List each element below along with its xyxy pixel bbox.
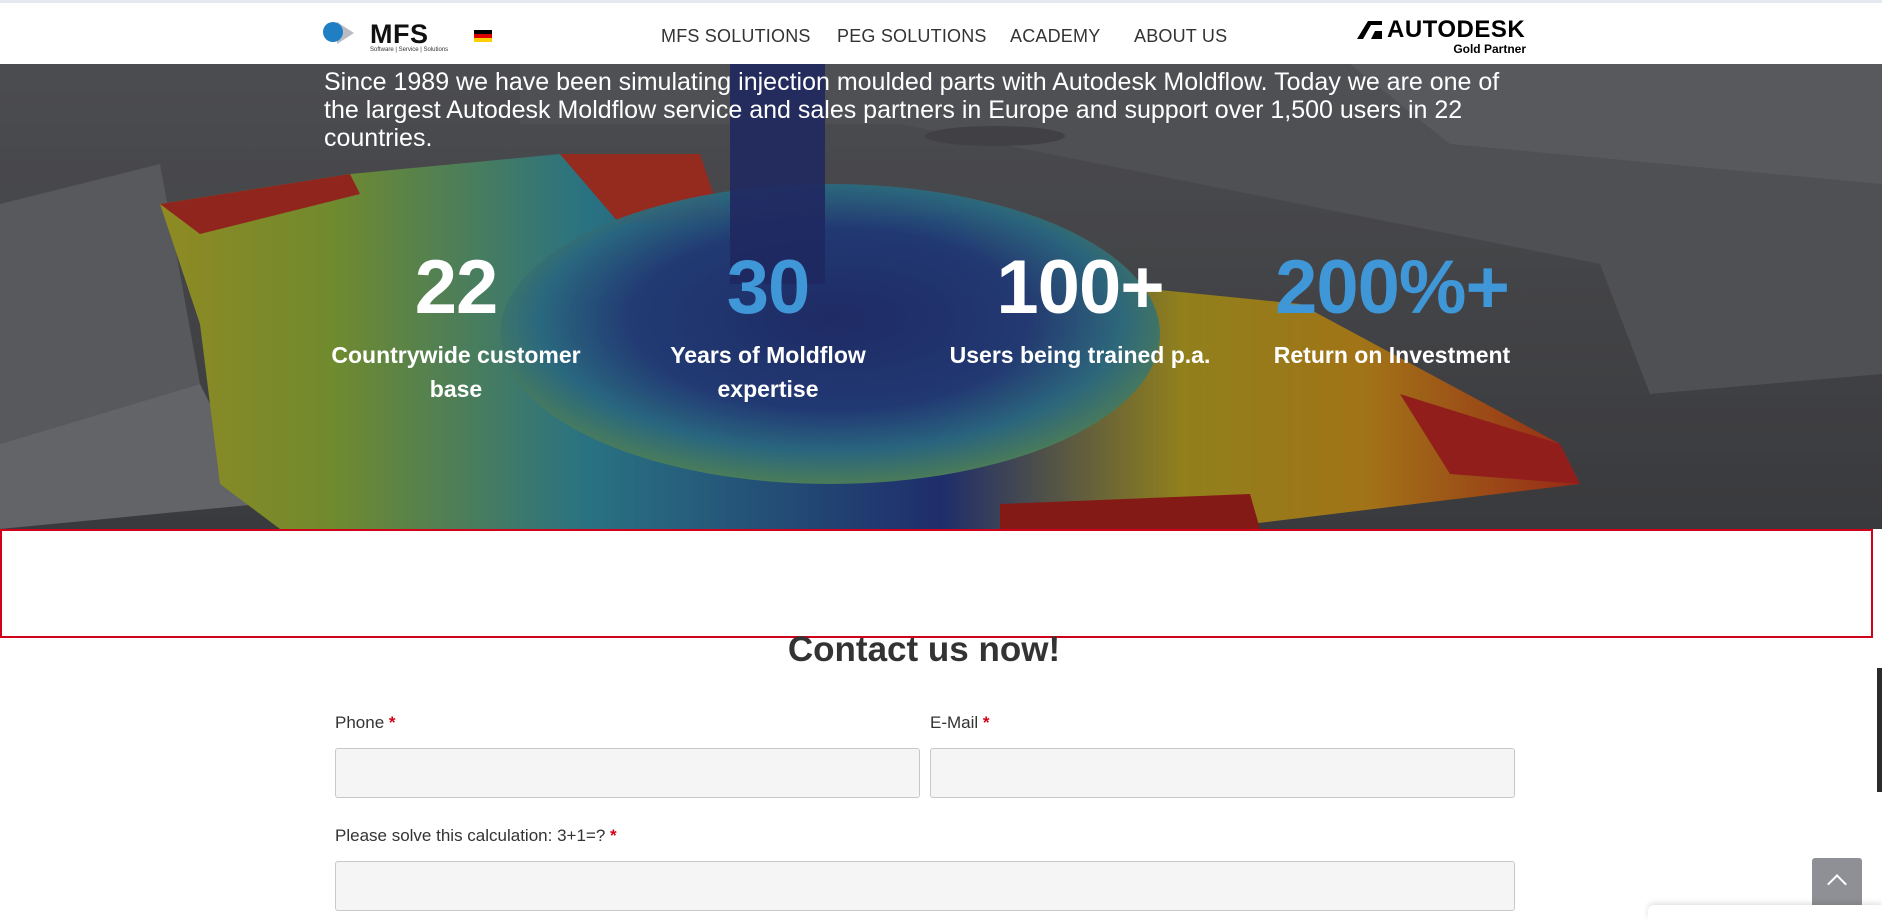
stat-roi: 200%+ Return on Investment bbox=[1242, 248, 1542, 372]
email-label: E-Mail * bbox=[930, 713, 990, 733]
captcha-label: Please solve this calculation: 3+1=? * bbox=[335, 826, 617, 846]
captcha-field[interactable] bbox=[335, 861, 1515, 911]
contact-title: Contact us now! bbox=[787, 630, 1061, 669]
stat-value: 22 bbox=[414, 245, 499, 330]
phone-field[interactable] bbox=[335, 748, 920, 798]
stat-years: 30 Years of Moldflow expertise bbox=[618, 248, 918, 406]
intro-text: Since 1989 we have been simulating injec… bbox=[324, 68, 1500, 152]
stat-label: Return on Investment bbox=[1273, 342, 1511, 368]
logo-circle-icon bbox=[323, 22, 343, 42]
logo-text: MFS bbox=[370, 19, 429, 49]
email-field[interactable] bbox=[930, 748, 1515, 798]
stat-value: 100+ bbox=[996, 245, 1164, 330]
german-flag-icon[interactable] bbox=[474, 30, 492, 42]
cookie-widget-edge bbox=[1648, 905, 1882, 920]
nav-mfs-solutions[interactable]: MFS SOLUTIONS bbox=[661, 26, 811, 47]
required-mark: * bbox=[388, 713, 396, 732]
stat-value: 200%+ bbox=[1275, 245, 1510, 330]
captcha-label-text: Please solve this calculation: 3+1=? bbox=[335, 826, 606, 845]
email-label-text: E-Mail bbox=[930, 713, 979, 732]
nav-academy[interactable]: ACADEMY bbox=[1010, 26, 1100, 47]
scroll-to-top-button[interactable] bbox=[1812, 858, 1862, 908]
highlight-box bbox=[0, 529, 1873, 638]
hero-section: Since 1989 we have been simulating injec… bbox=[0, 64, 1882, 529]
stat-customers: 22 Countrywide customer base bbox=[306, 248, 606, 406]
phone-label: Phone * bbox=[335, 713, 396, 733]
stat-label: Users being trained p.a. bbox=[949, 342, 1211, 368]
chevron-up-icon bbox=[1827, 874, 1847, 894]
mfs-logo[interactable]: MFS Software | Service | Solutions bbox=[323, 19, 453, 56]
nav-about-us[interactable]: ABOUT US bbox=[1134, 26, 1227, 47]
required-mark: * bbox=[610, 826, 617, 845]
partner-level: Gold Partner bbox=[1453, 42, 1526, 56]
stat-users: 100+ Users being trained p.a. bbox=[930, 248, 1230, 372]
autodesk-wordmark: AUTODESK bbox=[1387, 16, 1526, 43]
autodesk-mark-icon bbox=[1357, 21, 1382, 39]
logo-tagline: Software | Service | Solutions bbox=[370, 47, 449, 53]
stat-value: 30 bbox=[726, 245, 811, 330]
autodesk-gold-partner-logo[interactable]: AUTODESK Gold Partner bbox=[1354, 16, 1526, 56]
nav-peg-solutions[interactable]: PEG SOLUTIONS bbox=[837, 26, 987, 47]
stat-label: Years of Moldflow expertise bbox=[670, 342, 866, 402]
page-scrollbar[interactable] bbox=[1877, 668, 1882, 792]
phone-label-text: Phone bbox=[335, 713, 385, 732]
stat-label: Countrywide customer base bbox=[331, 342, 581, 402]
site-header: MFS Software | Service | Solutions MFS S… bbox=[0, 3, 1882, 64]
required-mark: * bbox=[982, 713, 990, 732]
